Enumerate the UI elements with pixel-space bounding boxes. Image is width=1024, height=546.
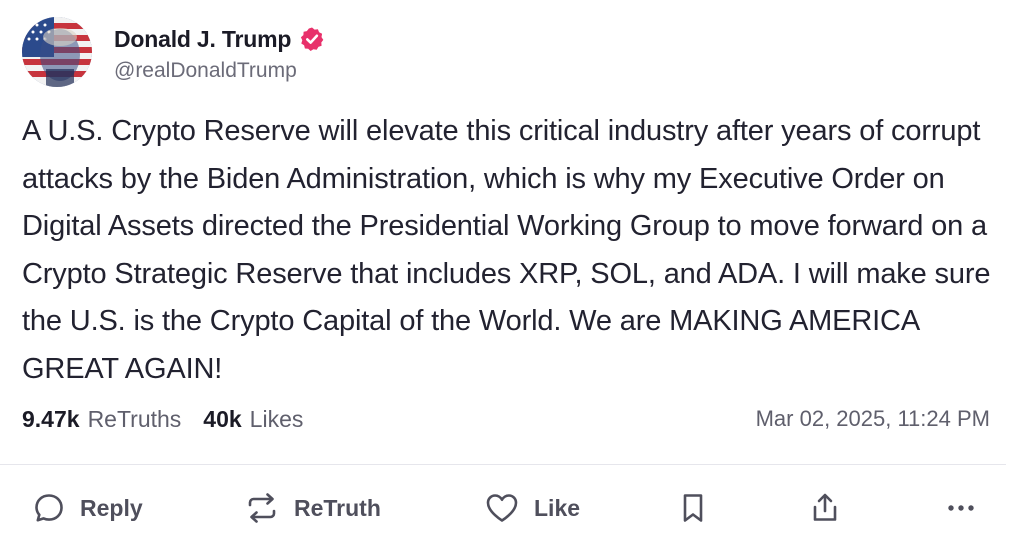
post-text: A U.S. Crypto Reserve will elevate this … (22, 115, 991, 385)
post-timestamp[interactable]: Mar 02, 2025, 11:24 PM (756, 402, 990, 436)
share-icon (808, 491, 842, 525)
retruth-label: ReTruth (294, 494, 381, 521)
divider (0, 464, 1006, 465)
retruth-button[interactable]: ReTruth (244, 478, 381, 538)
author-identity: Donald J. Trump @realDonaldTrump (114, 21, 325, 83)
more-options-button[interactable] (944, 478, 978, 538)
like-button[interactable]: Like (484, 478, 580, 538)
more-icon (944, 491, 978, 525)
verified-badge-icon (299, 26, 325, 52)
retruths-stat[interactable]: 9.47k ReTruths (22, 406, 181, 433)
likes-count: 40k (203, 405, 242, 432)
post-header: Donald J. Trump @realDonaldTrump (22, 16, 325, 88)
post-stats: 9.47k ReTruths 40k Likes (22, 402, 303, 436)
profile-photo-flag-icon (22, 17, 92, 87)
truth-post: Donald J. Trump @realDonaldTrump A U.S. … (0, 0, 1024, 546)
share-button[interactable] (808, 478, 842, 538)
name-row: Donald J. Trump (114, 21, 325, 57)
reply-button[interactable]: Reply (32, 478, 143, 538)
bookmark-button[interactable] (676, 478, 710, 538)
likes-label: Likes (249, 405, 304, 432)
avatar[interactable] (22, 17, 92, 87)
action-bar: Reply ReTruth Like (0, 478, 1024, 538)
reply-icon (32, 491, 66, 525)
reply-label: Reply (80, 494, 143, 521)
author-handle[interactable]: @realDonaldTrump (114, 59, 325, 83)
like-label: Like (534, 494, 581, 521)
bookmark-icon (676, 491, 710, 525)
retruth-icon (244, 491, 280, 525)
retruths-count: 9.47k (22, 405, 80, 432)
author-display-name[interactable]: Donald J. Trump (114, 26, 291, 53)
likes-stat[interactable]: 40k Likes (203, 406, 303, 433)
like-icon (484, 491, 520, 525)
retruths-label: ReTruths (87, 405, 182, 432)
